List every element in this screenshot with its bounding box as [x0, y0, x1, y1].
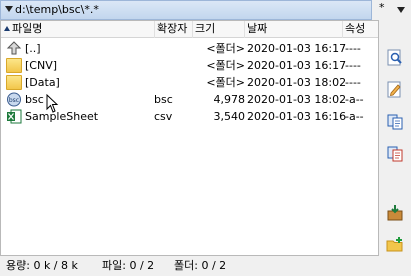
list-item[interactable]: [..] <폴더> 2020-01-03 16:17 ----: [1, 40, 378, 57]
new-folder-icon[interactable]: [386, 236, 404, 254]
sort-up-icon: [4, 26, 10, 31]
status-folders: 폴더: 0 / 2: [174, 259, 227, 272]
status-bar: 용량: 0 k / 8 k 파일: 0 / 2 폴더: 0 / 2: [0, 256, 379, 276]
status-files: 파일: 0 / 2: [102, 259, 155, 272]
column-header: 파일명 확장자 크기 날짜 속성: [1, 21, 378, 38]
bsc-file-icon: bsc: [7, 92, 21, 107]
parent-dir-icon: [6, 41, 22, 55]
column-ext[interactable]: 확장자: [155, 21, 193, 38]
status-capacity: 용량: 0 k / 8 k: [6, 259, 78, 272]
drive-dropdown-icon[interactable]: [5, 6, 13, 12]
filter-button[interactable]: *: [379, 1, 385, 14]
folder-icon: [6, 75, 22, 90]
list-item[interactable]: [Data] <폴더> 2020-01-03 18:02 ----: [1, 74, 378, 91]
side-toolbar: [379, 20, 411, 276]
pack-icon[interactable]: [386, 204, 404, 222]
zoom-icon[interactable]: [386, 49, 404, 67]
path-bar[interactable]: d:\temp\bsc\*.*: [0, 0, 372, 20]
move-icon[interactable]: [386, 145, 404, 163]
svg-text:bsc: bsc: [9, 97, 19, 104]
current-path: d:\temp\bsc\*.*: [15, 3, 99, 16]
mouse-cursor-icon: [46, 94, 59, 113]
excel-file-icon: [7, 109, 22, 124]
copy-icon[interactable]: [386, 113, 404, 131]
file-list[interactable]: 파일명 확장자 크기 날짜 속성 [..] <폴더> 2020-01-03 16…: [0, 20, 379, 256]
history-dropdown-icon[interactable]: [397, 7, 405, 13]
path-tools: *: [372, 0, 411, 20]
column-size[interactable]: 크기: [193, 21, 245, 38]
edit-file-icon[interactable]: [386, 81, 404, 99]
folder-icon: [6, 58, 22, 73]
column-date[interactable]: 날짜: [245, 21, 343, 38]
list-item[interactable]: [CNV] <폴더> 2020-01-03 16:17 ----: [1, 57, 378, 74]
column-attr[interactable]: 속성: [343, 21, 378, 38]
column-name[interactable]: 파일명: [1, 21, 155, 38]
